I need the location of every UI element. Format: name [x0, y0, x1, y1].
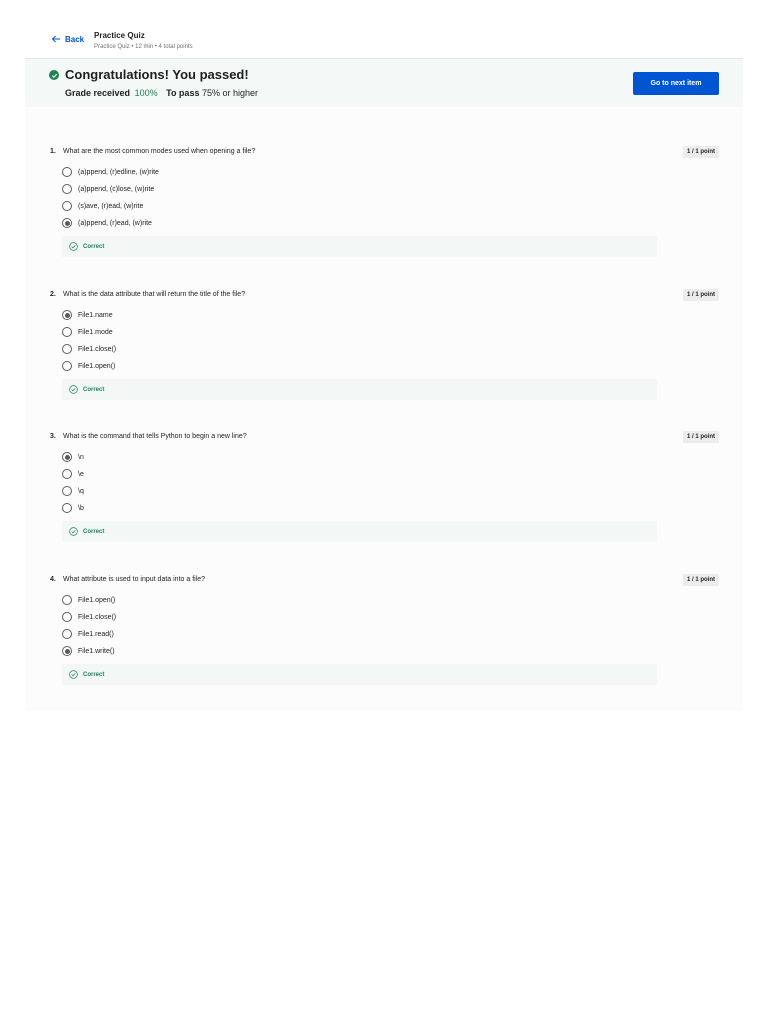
option-4[interactable]: File1.write(): [62, 646, 115, 656]
option-4[interactable]: \b: [62, 503, 84, 513]
question-text: What attribute is used to input data int…: [63, 576, 206, 583]
feedback-correct: Correct: [62, 664, 657, 685]
back-label: Back: [65, 34, 85, 44]
pass-value: 75% or higher: [201, 88, 259, 98]
option-label: File1.read(): [78, 630, 114, 638]
option-1[interactable]: \n: [62, 452, 84, 462]
quiz-header: Back Practice Quiz Practice Quiz • 12 mi…: [0, 28, 768, 58]
question-text: What is the data attribute that will ret…: [63, 291, 246, 298]
option-4[interactable]: (a)ppend, (r)ead, (w)rite: [62, 218, 152, 228]
check-circle-outline-icon: [69, 527, 78, 536]
back-link[interactable]: Back: [51, 34, 84, 44]
question-text: What is the command that tells Python to…: [63, 433, 247, 440]
grade-label: Grade received: [65, 88, 131, 98]
option-2[interactable]: \e: [62, 469, 84, 479]
option-label: \e: [78, 470, 84, 478]
option-2[interactable]: (a)ppend, (c)lose, (w)rite: [62, 184, 154, 194]
check-circle-filled-icon: [49, 70, 59, 80]
option-1[interactable]: File1.name: [62, 310, 113, 320]
option-label: (a)ppend, (c)lose, (w)rite: [78, 185, 155, 193]
option-label: (a)ppend, (r)edline, (w)rite: [78, 168, 159, 176]
result-message: Congratulations! You passed!: [65, 67, 249, 82]
option-label: File1.close(): [78, 345, 117, 353]
points-badge: 1 / 1 point: [683, 289, 719, 301]
option-3[interactable]: File1.close(): [62, 344, 116, 354]
check-circle-outline-icon: [69, 385, 78, 394]
radio-button-selected[interactable]: [62, 310, 72, 320]
radio-button[interactable]: [62, 344, 72, 354]
feedback-text: Correct: [83, 671, 105, 678]
radio-button[interactable]: [62, 167, 72, 177]
option-label: File1.mode: [78, 328, 113, 336]
page-title: Practice Quiz: [94, 31, 145, 40]
option-label: File1.open(): [78, 362, 116, 370]
option-label: \n: [78, 453, 84, 461]
arrow-left-icon: [51, 35, 60, 43]
pass-label: To pass: [166, 88, 200, 98]
feedback-text: Correct: [83, 528, 105, 535]
question-number: 2.: [50, 291, 56, 298]
points-badge: 1 / 1 point: [683, 146, 719, 158]
option-label: \q: [78, 487, 84, 495]
points-badge: 1 / 1 point: [683, 574, 719, 586]
radio-button[interactable]: [62, 503, 72, 513]
quiz-titles: Practice Quiz Practice Quiz • 12 min • 4…: [94, 31, 193, 52]
radio-button[interactable]: [62, 629, 72, 639]
grade-value: 100%: [134, 88, 158, 98]
feedback-correct: Correct: [62, 236, 657, 257]
option-label: File1.open(): [78, 596, 116, 604]
radio-button[interactable]: [62, 595, 72, 605]
question-number: 3.: [50, 433, 56, 440]
option-3[interactable]: \q: [62, 486, 84, 496]
option-1[interactable]: File1.open(): [62, 595, 115, 605]
option-label: (s)ave, (r)ead, (w)rite: [78, 202, 144, 210]
option-4[interactable]: File1.open(): [62, 361, 115, 371]
page-subtitle: Practice Quiz • 12 min • 4 total points: [94, 44, 193, 50]
feedback-correct: Correct: [62, 379, 657, 400]
radio-button-selected[interactable]: [62, 218, 72, 228]
quiz-content: 1. What are the most common modes used w…: [25, 107, 743, 711]
radio-button[interactable]: [62, 327, 72, 337]
feedback-correct: Correct: [62, 521, 657, 542]
radio-button[interactable]: [62, 612, 72, 622]
next-item-button[interactable]: Go to next item: [633, 72, 719, 95]
check-circle-outline-icon: [69, 670, 78, 679]
option-label: File1.name: [78, 311, 113, 319]
option-label: \b: [78, 504, 84, 512]
question-number: 4.: [50, 576, 56, 583]
check-circle-outline-icon: [69, 242, 78, 251]
radio-button-selected[interactable]: [62, 646, 72, 656]
option-1[interactable]: (a)ppend, (r)edline, (w)rite: [62, 167, 159, 177]
grade-row: Grade received 100% To pass 75% or highe…: [65, 88, 258, 98]
option-2[interactable]: File1.close(): [62, 612, 116, 622]
feedback-text: Correct: [83, 386, 105, 393]
question-number: 1.: [50, 148, 56, 155]
radio-button[interactable]: [62, 201, 72, 211]
option-label: (a)ppend, (r)ead, (w)rite: [78, 219, 152, 227]
option-label: File1.close(): [78, 613, 117, 621]
option-2[interactable]: File1.mode: [62, 327, 113, 337]
option-label: File1.write(): [78, 647, 115, 655]
feedback-text: Correct: [83, 243, 105, 250]
option-3[interactable]: File1.read(): [62, 629, 114, 639]
radio-button-selected[interactable]: [62, 452, 72, 462]
radio-button[interactable]: [62, 184, 72, 194]
points-badge: 1 / 1 point: [683, 431, 719, 443]
result-banner: Congratulations! You passed! Grade recei…: [25, 59, 743, 107]
radio-button[interactable]: [62, 469, 72, 479]
radio-button[interactable]: [62, 486, 72, 496]
option-3[interactable]: (s)ave, (r)ead, (w)rite: [62, 201, 143, 211]
radio-button[interactable]: [62, 361, 72, 371]
question-text: What are the most common modes used when…: [63, 148, 256, 155]
